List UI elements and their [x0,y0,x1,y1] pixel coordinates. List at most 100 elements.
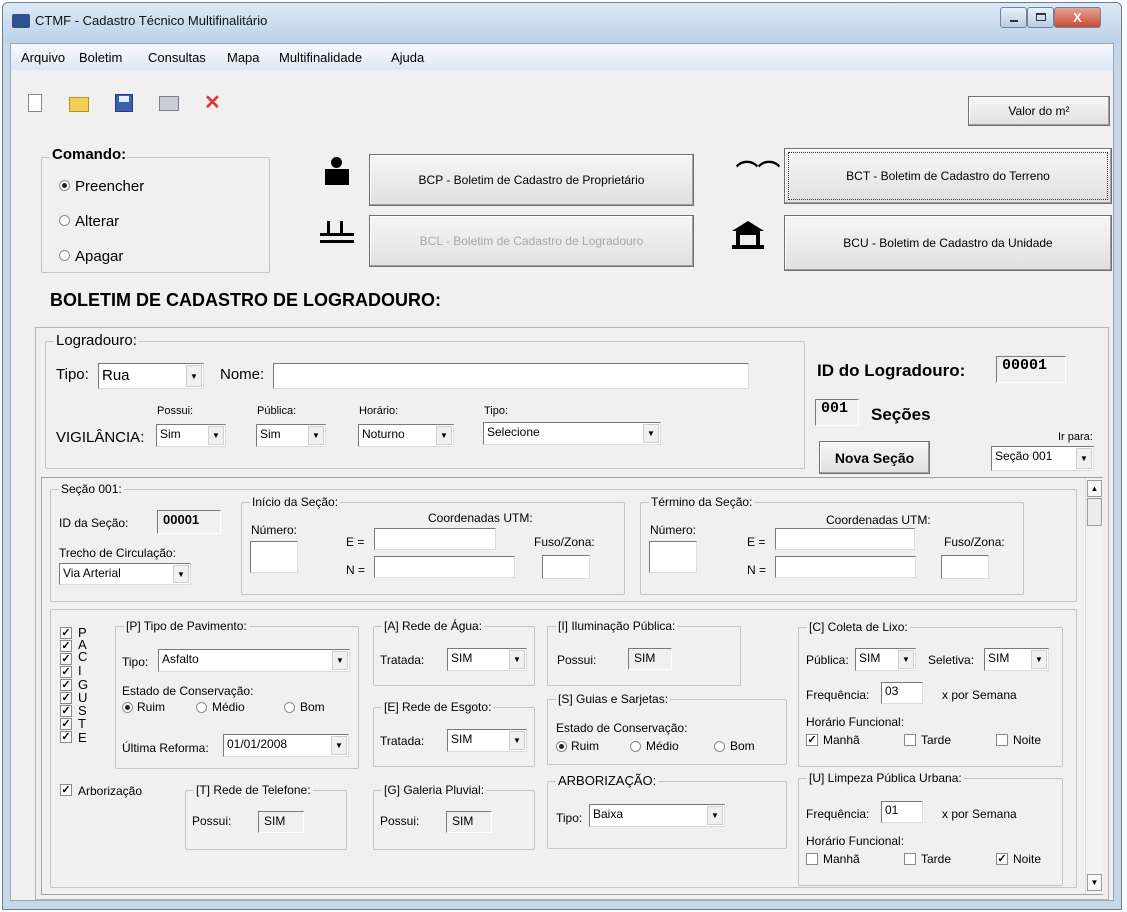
minimize-button[interactable] [1000,7,1027,28]
menu-multifinalidade[interactable]: Multifinalidade [279,50,362,65]
secao-title: Seção 001: [59,482,124,496]
termino-fuso-input[interactable] [941,555,989,579]
id-logradouro-label: ID do Logradouro: [817,361,966,380]
print-icon[interactable] [159,96,179,111]
agua-group: [A] Rede de Água: Tratada: SIM ▼ [373,619,535,686]
inicio-fuso-label: Fuso/Zona: [534,535,595,549]
check-i-label: I [78,663,82,678]
bcu-button[interactable]: BCU - Boletim de Cadastro da Unidade [784,215,1112,271]
termino-numero-input[interactable] [649,541,697,573]
check-arborizacao[interactable]: ✓ [60,784,72,796]
nome-label: Nome: [220,366,265,383]
vig-possui-select[interactable]: Sim ▼ [156,424,226,447]
coleta-manha-check[interactable]: ✓ [806,734,818,746]
bcl-button[interactable]: BCL - Boletim de Cadastro de Logradouro [369,215,694,267]
coleta-seletiva-select[interactable]: SIM ▼ [984,648,1049,671]
pav-medio-radio[interactable] [196,702,207,713]
termino-e-label: E = [747,535,766,549]
guias-medio-radio[interactable] [630,741,641,752]
scroll-up-icon[interactable]: ▲ [1087,480,1102,497]
coleta-publica-select[interactable]: SIM ▼ [855,648,916,671]
ir-para-label: Ir para: [1058,431,1093,443]
trecho-label: Trecho de Circulação: [59,546,176,560]
menu-boletim[interactable]: Boletim [79,50,122,65]
menu-consultas[interactable]: Consultas [148,50,206,65]
esgoto-tratada-value: SIM [451,732,473,746]
limpeza-noite-check[interactable]: ✓ [996,853,1008,865]
close-button[interactable]: X [1054,7,1101,28]
secao-scroll-area: ▲ ▼ Seção 001: ID da Seção: 00001 Trecho… [41,477,1103,895]
alterar-radio[interactable] [59,215,70,226]
coleta-freq-input[interactable]: 03 [881,682,923,704]
termino-e-input[interactable] [775,528,915,550]
guias-ruim-radio[interactable] [556,741,567,752]
chevron-down-icon: ▼ [643,424,659,443]
save-icon[interactable] [115,94,133,112]
delete-icon[interactable]: ✕ [204,90,221,115]
chevron-down-icon: ▼ [436,426,452,445]
bct-button[interactable]: BCT - Boletim de Cadastro do Terreno [784,148,1112,204]
nome-input[interactable] [273,363,749,389]
check-e[interactable]: ✓ [60,731,72,743]
check-t[interactable]: ✓ [60,718,72,730]
pav-reforma-label: Última Reforma: [122,741,209,755]
check-i[interactable]: ✓ [60,666,72,678]
coleta-noite-check[interactable] [996,734,1008,746]
vig-publica-select[interactable]: Sim ▼ [256,424,326,447]
vig-horario-select[interactable]: Noturno ▼ [358,424,454,447]
inicio-fuso-input[interactable] [542,555,590,579]
arbor-tipo-select[interactable]: Baixa ▼ [589,804,725,827]
esgoto-group: [E] Rede de Esgoto: Tratada: SIM ▼ [373,700,535,767]
valor-m2-button[interactable]: Valor do m² [968,96,1110,126]
guias-bom-radio[interactable] [714,741,725,752]
menu-ajuda[interactable]: Ajuda [391,50,424,65]
check-u[interactable]: ✓ [60,692,72,704]
termino-n-input[interactable] [775,556,916,578]
new-icon[interactable] [28,94,42,112]
check-s[interactable]: ✓ [60,705,72,717]
scrollbar[interactable]: ▲ ▼ [1085,478,1103,894]
bcp-button[interactable]: BCP - Boletim de Cadastro de Proprietári… [369,154,694,206]
apagar-radio[interactable] [59,250,70,261]
menu-mapa[interactable]: Mapa [227,50,260,65]
check-g[interactable]: ✓ [60,679,72,691]
tipo-select[interactable]: Rua ▼ [98,363,204,389]
inicio-coord-label: Coordenadas UTM: [428,511,533,525]
coleta-tarde-check[interactable] [904,734,916,746]
check-p[interactable]: ✓ [60,627,72,639]
nova-secao-button[interactable]: Nova Seção [819,441,930,474]
menu-arquivo[interactable]: Arquivo [21,50,65,65]
scroll-thumb[interactable] [1087,498,1102,526]
agua-tratada-select[interactable]: SIM ▼ [447,648,527,671]
limpeza-tarde-check[interactable] [904,853,916,865]
chevron-down-icon: ▼ [331,736,347,755]
pav-bom-radio[interactable] [284,702,295,713]
telefone-title: [T] Rede de Telefone: [194,783,313,797]
title-bar: CTMF - Cadastro Técnico Multifinalitário… [3,3,1121,43]
pav-tipo-select[interactable]: Asfalto ▼ [158,649,350,672]
vig-tipo-select[interactable]: Selecione ▼ [483,422,661,445]
check-c[interactable]: ✓ [60,653,72,665]
inicio-e-label: E = [346,535,365,549]
scroll-down-icon[interactable]: ▼ [1087,874,1102,891]
inicio-numero-input[interactable] [250,541,298,573]
open-folder-icon[interactable] [69,97,89,112]
esgoto-tratada-select[interactable]: SIM ▼ [447,729,527,752]
coleta-tarde-label: Tarde [921,733,952,747]
inicio-e-input[interactable] [374,528,496,550]
pav-ruim-radio[interactable] [122,702,133,713]
maximize-button[interactable] [1027,7,1054,28]
limpeza-manha-check[interactable] [806,853,818,865]
inicio-n-input[interactable] [374,556,515,578]
pav-reforma-date[interactable]: 01/01/2008 ▼ [223,734,349,757]
check-a[interactable]: ✓ [60,640,72,652]
limpeza-freq-input[interactable]: 01 [881,801,923,823]
arborizacao-group: ARBORIZAÇÃO: Tipo: Baixa ▼ [547,774,787,849]
preencher-radio[interactable] [59,180,70,191]
check-c-label: C [78,649,88,664]
limpeza-title: [U] Limpeza Pública Urbana: [807,771,964,785]
trecho-select[interactable]: Via Arterial ▼ [59,563,191,585]
id-secao-label: ID da Seção: [59,516,129,530]
tel-possui-label: Possui: [192,814,232,828]
ir-para-select[interactable]: Seção 001 ▼ [991,446,1094,471]
